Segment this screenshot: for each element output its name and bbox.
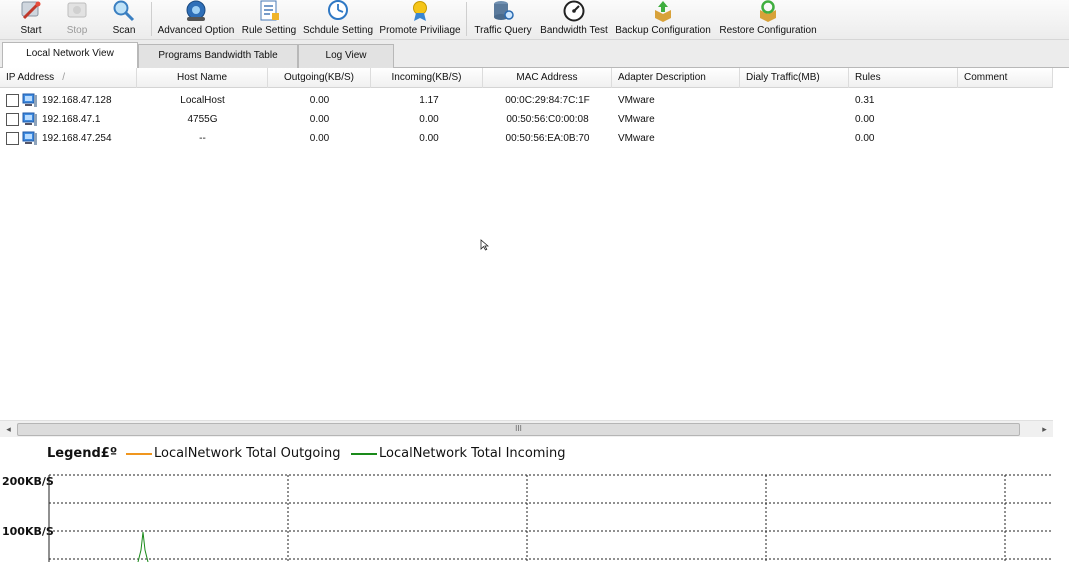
start-icon [21,1,41,20]
cell-host-name: 4755G [187,114,218,125]
schedule-setting-button[interactable]: Schdule Setting [302,0,374,40]
tab-programs-bandwidth-table[interactable]: Programs Bandwidth Table [138,44,298,68]
toolbar-separator [466,2,467,36]
cell-rules: 0.00 [855,114,875,125]
backup-configuration-button[interactable]: Backup Configuration [614,0,712,40]
column-header-comment[interactable]: Comment [958,68,1053,88]
promote-privilege-button[interactable]: Promote Priviliage [378,0,462,40]
cell-outgoing: 0.00 [309,114,330,125]
horizontal-scrollbar[interactable]: ◂ III ▸ [0,420,1053,437]
promote-privilege-icon [413,1,427,21]
scroll-right-arrow-icon[interactable]: ▸ [1036,421,1053,438]
legend-title: Legend£º [47,446,118,461]
cell-incoming: 1.17 [419,95,439,106]
legend-incoming-swatch [351,453,377,455]
row-checkbox[interactable] [6,113,19,126]
bandwidth-test-icon [563,0,585,22]
incoming-series-line [137,531,149,562]
computer-icon [22,93,37,107]
column-header-daily-traffic[interactable]: Dialy Traffic(MB) [740,68,849,88]
mouse-cursor-icon [480,239,489,251]
host-table: IP Address / Host Name Outgoing(KB/S) Inc… [0,68,1053,420]
cell-mac-address: 00:0C:29:84:7C:1F [505,95,590,106]
sort-indicator-icon: / [62,72,65,83]
computer-icon [22,112,37,126]
rule-setting-icon [260,0,279,21]
column-header-adapter-description[interactable]: Adapter Description [612,68,740,88]
cell-adapter-description: VMware [618,114,655,125]
table-row[interactable]: 192.168.47.128 LocalHost 0.00 1.17 00:0C… [0,91,1053,110]
column-header-mac-address[interactable]: MAC Address [483,68,612,88]
cell-ip-address: 192.168.47.128 [42,95,112,106]
cell-mac-address: 00:50:56:EA:0B:70 [505,133,590,144]
traffic-query-button[interactable]: Traffic Query [471,0,535,40]
cell-adapter-description: VMware [618,95,655,106]
column-header-rules[interactable]: Rules [849,68,958,88]
column-header-ip-address[interactable]: IP Address / [0,68,137,88]
backup-configuration-icon [655,1,671,22]
cell-host-name: -- [199,133,206,144]
table-row[interactable]: 192.168.47.1 4755G 0.00 0.00 00:50:56:C0… [0,110,1053,129]
legend-outgoing-swatch [126,453,152,455]
cell-incoming: 0.00 [419,133,439,144]
computer-icon [22,131,37,145]
bandwidth-test-button[interactable]: Bandwidth Test [538,0,610,40]
cell-ip-address: 192.168.47.254 [42,133,112,144]
restore-configuration-button[interactable]: Restore Configuration [716,0,820,40]
tab-log-view[interactable]: Log View [298,44,394,68]
row-checkbox[interactable] [6,132,19,145]
restore-configuration-icon [760,0,776,22]
cell-rules: 0.31 [855,95,875,106]
cell-adapter-description: VMware [618,133,655,144]
cell-outgoing: 0.00 [309,133,330,144]
table-header: IP Address / Host Name Outgoing(KB/S) Inc… [0,68,1053,88]
stop-button[interactable]: Stop [56,0,98,40]
column-header-incoming[interactable]: Incoming(KB/S) [371,68,483,88]
chart-plot-area [48,474,1053,562]
column-header-host-name[interactable]: Host Name [137,68,268,88]
start-button[interactable]: Start [10,0,52,40]
schedule-setting-icon [328,0,348,20]
cell-outgoing: 0.00 [309,95,330,106]
scrollbar-grip: III [515,424,522,433]
right-panel-blank [1053,68,1069,437]
scroll-left-arrow-icon[interactable]: ◂ [0,421,17,438]
scrollbar-thumb[interactable]: III [17,423,1020,436]
legend-incoming-label: LocalNetwork Total Incoming [379,446,566,461]
cell-ip-address: 192.168.47.1 [42,114,101,125]
advanced-option-icon [186,0,206,21]
scan-icon [113,0,135,22]
row-checkbox[interactable] [6,94,19,107]
column-header-outgoing[interactable]: Outgoing(KB/S) [268,68,371,88]
toolbar-separator [151,2,152,36]
traffic-query-icon [494,1,514,20]
stop-icon [67,2,87,18]
app-window: Start Stop Scan Advanced Option Rule Set… [0,0,1069,562]
rule-setting-button[interactable]: Rule Setting [240,0,298,40]
tab-local-network-view[interactable]: Local Network View [2,42,138,69]
cell-host-name: LocalHost [180,95,225,106]
cell-mac-address: 00:50:56:C0:00:08 [506,114,589,125]
advanced-option-button[interactable]: Advanced Option [156,0,236,40]
view-tabs: Local Network View Programs Bandwidth Ta… [0,40,1069,69]
cell-incoming: 0.00 [419,114,439,125]
cell-rules: 0.00 [855,133,875,144]
legend-outgoing-label: LocalNetwork Total Outgoing [154,446,341,461]
toolbar: Start Stop Scan Advanced Option Rule Set… [0,0,1069,40]
scan-button[interactable]: Scan [102,0,146,40]
traffic-chart: 200KB/S 100KB/S [0,470,1069,562]
chart-legend: Legend£º LocalNetwork Total Outgoing Loc… [0,441,1069,467]
table-row[interactable]: 192.168.47.254 -- 0.00 0.00 00:50:56:EA:… [0,129,1053,148]
